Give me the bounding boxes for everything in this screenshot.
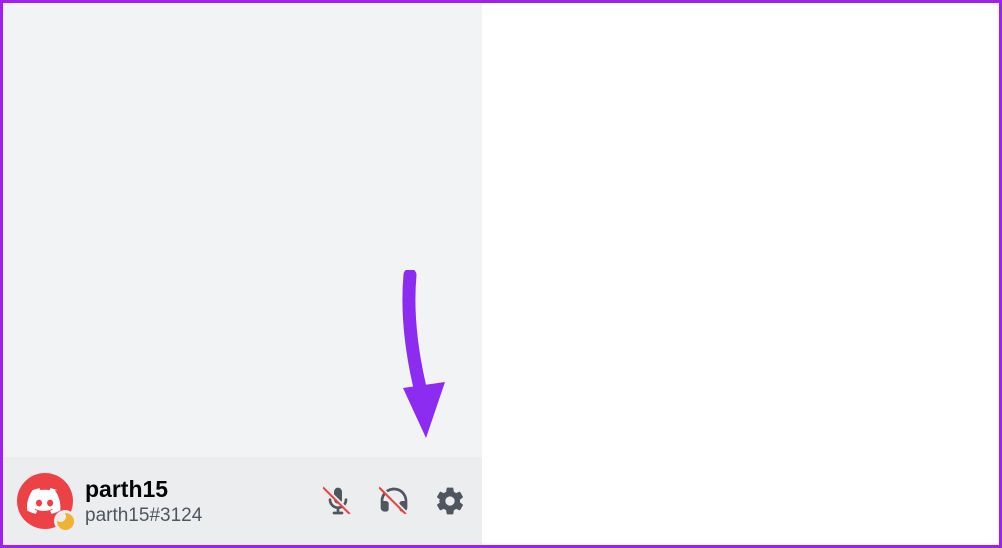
user-area: parth15 parth15#3124 (3, 457, 482, 545)
sidebar-content-area (3, 3, 482, 457)
sidebar-panel: parth15 parth15#3124 (3, 3, 482, 545)
username-label: parth15 (85, 475, 308, 504)
gear-icon (434, 485, 466, 517)
mute-button[interactable] (320, 483, 356, 519)
deafen-button[interactable] (376, 483, 412, 519)
settings-button[interactable] (432, 483, 468, 519)
idle-status-icon (57, 513, 74, 530)
usertag-label: parth15#3124 (85, 504, 308, 528)
user-info[interactable]: parth15 parth15#3124 (85, 475, 308, 528)
status-badge (54, 510, 76, 532)
avatar[interactable] (17, 473, 73, 529)
user-controls (320, 483, 468, 519)
